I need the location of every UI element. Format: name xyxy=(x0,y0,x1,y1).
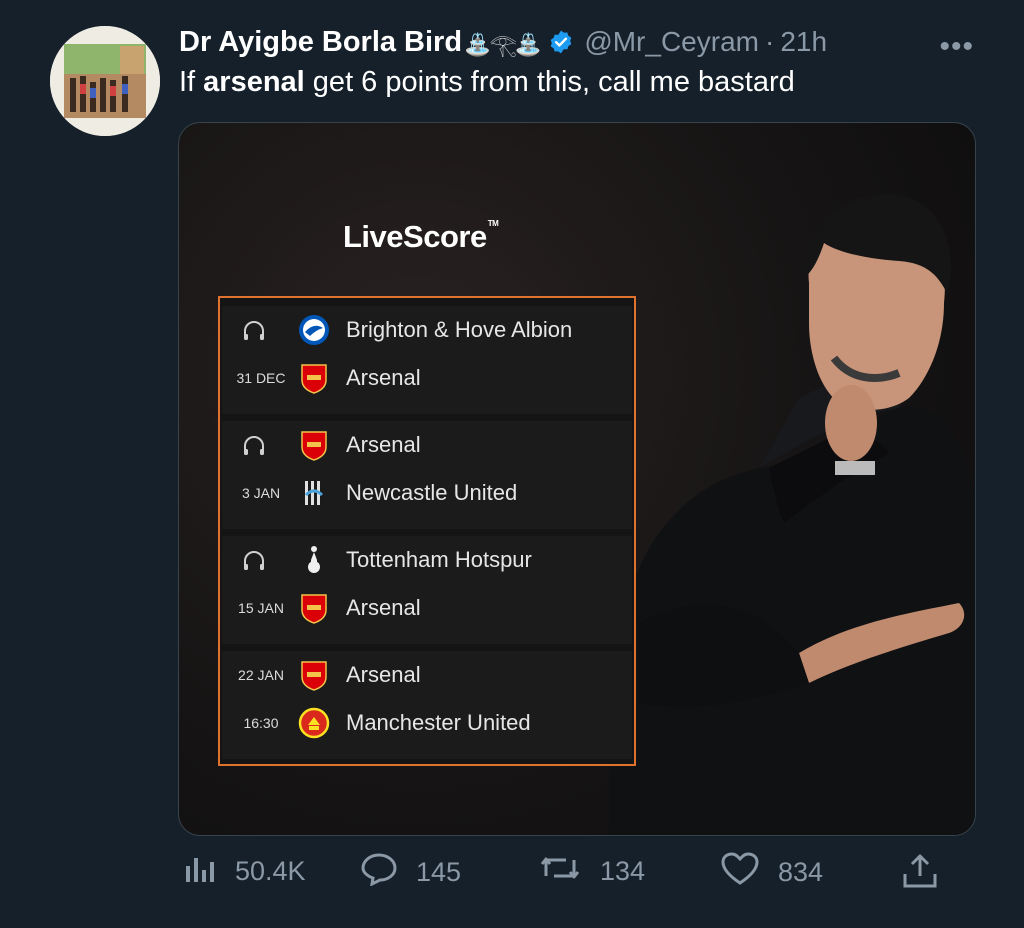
retweet-button[interactable]: 134 xyxy=(538,852,645,891)
arsenal-crest xyxy=(298,592,330,624)
home-team: Brighton & Hove Albion xyxy=(346,317,573,342)
verified-badge-icon xyxy=(548,29,574,55)
fixture-time: 16:30 xyxy=(243,715,279,731)
away-team: Newcastle United xyxy=(346,480,518,505)
separator: · xyxy=(764,26,775,57)
home-team: Tottenham Hotspur xyxy=(346,547,532,572)
tweet-media-image[interactable]: LiveScoreTM Brighton & Hove Albion 31 DE… xyxy=(178,122,976,836)
tweet-text-before: If xyxy=(179,66,204,98)
fixture-row: Brighton & Hove Albion xyxy=(222,306,632,354)
brand-name: LiveScore xyxy=(343,219,487,254)
avatar[interactable] xyxy=(50,26,160,136)
brand-tm: TM xyxy=(487,219,499,228)
away-team: Manchester United xyxy=(346,710,531,735)
like-button[interactable]: 834 xyxy=(720,852,823,893)
tottenham-crest xyxy=(298,544,330,576)
fixture-row: Tottenham Hotspur xyxy=(222,536,632,584)
views-count: 50.4K xyxy=(235,856,306,886)
fixture-row: Arsenal xyxy=(222,421,632,469)
heart-icon xyxy=(720,852,760,893)
fixture-row: 16:30 Manchester United xyxy=(222,699,632,747)
home-team: Arsenal xyxy=(346,432,421,457)
tweet-text-after: get 6 points from this, call me bastard xyxy=(304,66,795,98)
fixture-date: 3 JAN xyxy=(241,485,281,501)
handle[interactable]: @Mr_Ceyram xyxy=(584,26,759,58)
fixture-date: 15 JAN xyxy=(238,600,284,616)
views-button[interactable]: 50.4K xyxy=(183,852,306,891)
fixture-row: 22 JAN Arsenal xyxy=(222,651,632,699)
fixture-card[interactable]: Brighton & Hove Albion 31 DEC Arsenal xyxy=(222,306,632,414)
fixture-row: 3 JAN Newcastle United xyxy=(222,469,632,517)
fixture-card[interactable]: Tottenham Hotspur 15 JAN Arsenal xyxy=(222,536,632,644)
home-team: Arsenal xyxy=(346,662,421,687)
more-options-icon[interactable]: ••• xyxy=(939,30,974,64)
like-count: 834 xyxy=(778,857,824,887)
fixture-date: 31 DEC xyxy=(236,370,286,386)
fixture-row: 31 DEC Arsenal xyxy=(222,354,632,402)
timestamp[interactable]: 21h xyxy=(780,26,827,58)
arsenal-crest xyxy=(298,659,330,691)
fixture-card[interactable]: 22 JAN Arsenal 16:30 Manchester United xyxy=(222,651,632,759)
fixture-card[interactable]: Arsenal 3 JAN Newcastle United xyxy=(222,421,632,529)
headphones-icon[interactable] xyxy=(242,435,266,457)
share-icon xyxy=(900,852,940,897)
manchester-united-crest xyxy=(298,707,330,739)
arsenal-crest xyxy=(298,362,330,394)
share-button[interactable] xyxy=(900,852,940,897)
headphones-icon[interactable] xyxy=(242,550,266,572)
reply-button[interactable]: 145 xyxy=(360,852,461,893)
away-team: Arsenal xyxy=(346,595,421,620)
fixtures-panel: Brighton & Hove Albion 31 DEC Arsenal Ar… xyxy=(218,296,636,766)
name-emoji: ⛲𓂀⛲ xyxy=(464,32,542,57)
away-team: Arsenal xyxy=(346,365,421,390)
tweet-actions: 50.4K 145 134 834 xyxy=(0,840,1024,910)
fixture-date: 22 JAN xyxy=(238,667,284,683)
retweet-icon xyxy=(538,852,582,891)
fixture-row: 15 JAN Arsenal xyxy=(222,584,632,632)
analytics-icon xyxy=(183,852,217,891)
tweet-header: Dr Ayigbe Borla Bird ⛲𓂀⛲ @Mr_Ceyram · 21… xyxy=(179,22,1004,64)
brighton-crest xyxy=(298,314,330,346)
newcastle-crest xyxy=(298,477,330,509)
livescore-logo: LiveScoreTM xyxy=(343,219,499,255)
headphones-icon[interactable] xyxy=(242,320,266,342)
tweet-text: If arsenal get 6 points from this, call … xyxy=(179,66,795,99)
tweet-text-bold[interactable]: arsenal xyxy=(203,66,305,98)
retweet-count: 134 xyxy=(600,856,646,886)
reply-count: 145 xyxy=(416,857,462,887)
manager-photo xyxy=(609,194,975,835)
reply-icon xyxy=(360,852,398,893)
display-name[interactable]: Dr Ayigbe Borla Bird xyxy=(179,26,462,59)
arsenal-crest xyxy=(298,429,330,461)
